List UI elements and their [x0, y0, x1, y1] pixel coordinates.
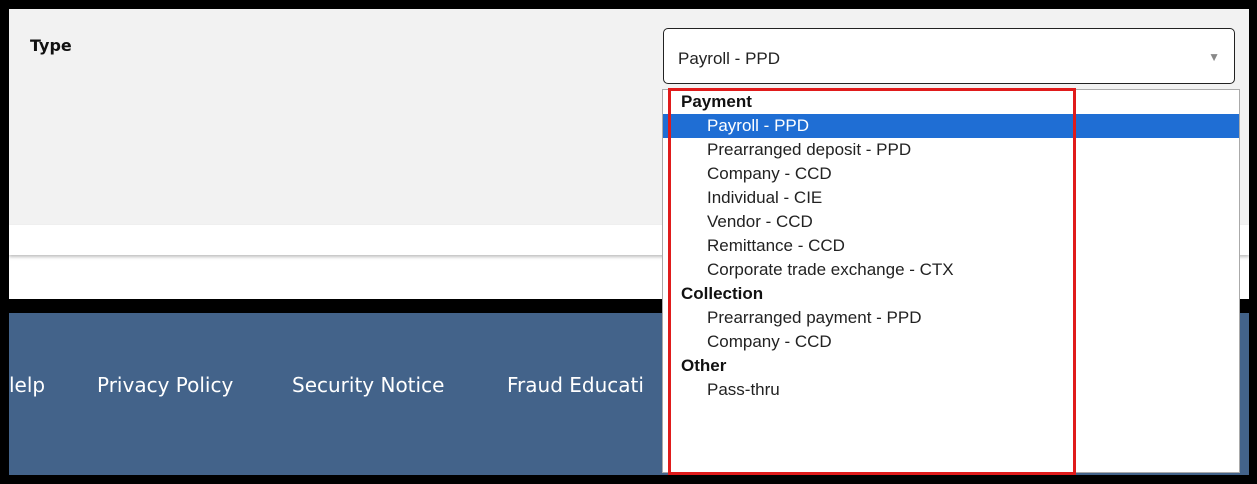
group-header: Payment	[681, 92, 752, 111]
footer-link-privacy-policy[interactable]: Privacy Policy	[97, 373, 233, 397]
option-company-ccd[interactable]: Company - CCD	[663, 162, 1239, 186]
option-pass-thru[interactable]: Pass-thru	[663, 378, 1239, 402]
option-payroll-ppd[interactable]: Payroll - PPD	[663, 114, 1239, 138]
type-dropdown-list: Payment Payroll - PPD Prearranged deposi…	[662, 89, 1240, 473]
chevron-down-icon: ▼	[1208, 50, 1220, 64]
option-prearranged-deposit-ppd[interactable]: Prearranged deposit - PPD	[663, 138, 1239, 162]
type-select-value: Payroll - PPD	[678, 49, 781, 68]
option-collection-company-ccd[interactable]: Company - CCD	[663, 330, 1239, 354]
type-label: Type	[30, 36, 72, 55]
type-select[interactable]: Payroll - PPD ▼	[663, 28, 1235, 84]
option-individual-cie[interactable]: Individual - CIE	[663, 186, 1239, 210]
group-header: Collection	[681, 284, 764, 303]
group-header: Other	[681, 356, 727, 375]
page-frame: Type Payroll - PPD ▼ lelp Privacy Policy…	[9, 9, 1249, 475]
footer-link-fraud-education[interactable]: Fraud Educati	[507, 373, 644, 397]
option-prearranged-payment-ppd[interactable]: Prearranged payment - PPD	[663, 306, 1239, 330]
footer-link-help[interactable]: lelp	[9, 373, 45, 397]
footer-link-security-notice[interactable]: Security Notice	[292, 373, 444, 397]
option-remittance-ccd[interactable]: Remittance - CCD	[663, 234, 1239, 258]
option-vendor-ccd[interactable]: Vendor - CCD	[663, 210, 1239, 234]
option-corporate-trade-exchange-ctx[interactable]: Corporate trade exchange - CTX	[663, 258, 1239, 282]
